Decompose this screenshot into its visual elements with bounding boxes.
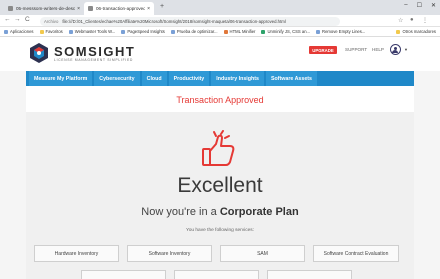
folder-icon xyxy=(39,29,44,34)
bookmark-item[interactable]: Remove Empty Lines... xyxy=(316,29,365,34)
new-tab-button[interactable]: + xyxy=(160,3,164,10)
upgrade-button[interactable]: UPGRADE xyxy=(309,46,337,54)
logo-tagline: LICENSE MANAGEMENT SIMPLIFIED xyxy=(54,58,134,62)
chevron-down-icon[interactable]: ▼ xyxy=(404,47,408,52)
close-window-icon[interactable]: ✕ xyxy=(431,2,436,9)
nav-item-productivity[interactable]: Productivity xyxy=(168,71,210,86)
browser-tab-bar: 05-messsom-writers-de-descargo/... × 06-… xyxy=(0,0,440,15)
bookmark-item[interactable]: Prueba de optimizar... xyxy=(170,29,218,34)
service-tile xyxy=(174,270,259,279)
service-sam: SAM xyxy=(220,245,305,262)
main-nav: Measure My Platform Cybersecurity Cloud … xyxy=(26,71,414,86)
user-avatar-icon[interactable] xyxy=(390,44,401,55)
menu-icon[interactable]: ⋮ xyxy=(422,17,428,24)
tab-favicon-icon xyxy=(88,6,93,11)
nav-item-measure-my-platform[interactable]: Measure My Platform xyxy=(29,71,93,86)
services-label: You have the following services: xyxy=(185,228,255,233)
headline: Excellent xyxy=(177,174,263,197)
plan-prefix: Now you're in a xyxy=(141,206,220,218)
somsight-logo[interactable]: SOMSIGHT LICENSE MANAGEMENT SIMPLIFIED xyxy=(28,42,135,64)
url-label: Archivo xyxy=(44,18,59,24)
bookmark-icon xyxy=(121,29,126,34)
service-tile xyxy=(81,270,166,279)
bookmark-item[interactable]: Unminify JS, CSS an... xyxy=(261,29,310,34)
tab-title: 05-messsom-writers-de-descargo/... xyxy=(16,6,76,11)
window-controls: – ☐ ✕ xyxy=(404,2,436,9)
web-page: SOMSIGHT LICENSE MANAGEMENT SIMPLIFIED U… xyxy=(0,37,440,279)
help-link[interactable]: HELP xyxy=(372,47,384,52)
page-title: Transaction Approved xyxy=(176,95,264,105)
reload-button[interactable]: C xyxy=(25,16,30,23)
bookmark-icon xyxy=(316,29,321,34)
thumbs-up-icon xyxy=(202,130,235,166)
service-software-inventory: Software Inventory xyxy=(127,245,212,262)
url-input[interactable]: Archivo file:///D:/01_Clientes/echae%20A… xyxy=(40,16,340,26)
service-tile xyxy=(267,270,352,279)
bookmark-item[interactable]: Webmaster Tools W... xyxy=(68,29,115,34)
back-button[interactable]: ← xyxy=(4,16,11,23)
bookmark-item[interactable]: Aplicaciones xyxy=(4,29,34,34)
folder-icon xyxy=(396,29,401,34)
service-software-contract-evaluation: Software Contract Evaluation xyxy=(313,245,399,262)
support-link[interactable]: SUPPORT xyxy=(345,47,367,52)
maximize-icon[interactable]: ☐ xyxy=(417,2,422,9)
url-text: file:///D:/01_Clientes/echae%20Affiliate… xyxy=(62,18,286,24)
bookmark-item[interactable]: PageSpeed Insights xyxy=(121,29,165,34)
nav-item-software-assets[interactable]: Software Assets xyxy=(265,71,317,86)
bookmark-icon xyxy=(170,29,175,34)
logo-name: SOMSIGHT xyxy=(54,44,136,59)
bookmark-item[interactable]: Favoritos xyxy=(39,29,63,34)
site-header: SOMSIGHT LICENSE MANAGEMENT SIMPLIFIED U… xyxy=(0,37,440,71)
extension-icon[interactable]: ● xyxy=(410,17,414,23)
plan-message: Now you're in a Corporate Plan xyxy=(26,206,414,218)
confirmation-panel: Excellent Now you're in a Corporate Plan… xyxy=(26,112,414,279)
nav-item-cloud[interactable]: Cloud xyxy=(141,71,167,86)
bookmark-icon xyxy=(261,29,266,34)
browser-tab-2[interactable]: 06-transaction-approved.html × xyxy=(84,2,154,15)
nav-item-cybersecurity[interactable]: Cybersecurity xyxy=(94,71,140,86)
close-tab-icon[interactable]: × xyxy=(77,6,80,12)
nav-item-industry-insights[interactable]: Industry Insights xyxy=(211,71,264,86)
browser-tab-1[interactable]: 05-messsom-writers-de-descargo/... × xyxy=(4,2,84,15)
other-bookmarks[interactable]: Otros marcadores xyxy=(396,29,436,34)
service-hardware-inventory: Hardware Inventory xyxy=(34,245,119,262)
apps-icon xyxy=(4,29,8,34)
tab-title: 06-transaction-approved.html xyxy=(96,6,145,11)
minimize-icon[interactable]: – xyxy=(404,2,407,9)
logo-mark-icon xyxy=(30,43,48,63)
bookmarks-bar: Aplicaciones Favoritos Webmaster Tools W… xyxy=(0,27,440,37)
bookmark-icon xyxy=(68,29,73,34)
close-tab-icon[interactable]: × xyxy=(147,6,150,12)
bookmark-item[interactable]: HTML Minifier xyxy=(223,29,255,34)
address-bar-row: ← → C Archivo file:///D:/01_Clientes/ech… xyxy=(0,15,440,27)
plan-name: Corporate Plan xyxy=(219,206,299,218)
title-bar: Transaction Approved xyxy=(26,86,414,112)
forward-button[interactable]: → xyxy=(14,16,21,23)
tab-favicon-icon xyxy=(8,6,13,11)
bookmark-icon xyxy=(223,29,228,34)
star-icon[interactable]: ☆ xyxy=(398,17,403,24)
